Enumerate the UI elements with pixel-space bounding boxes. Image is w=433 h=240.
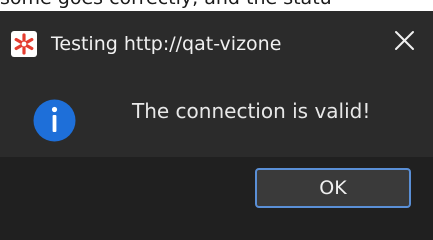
dialog-content: The connection is valid! [0, 70, 433, 157]
message-dialog: Testing http://qat-vizone The connection… [0, 11, 433, 240]
dialog-footer: OK [0, 157, 433, 240]
title-bar: Testing http://qat-vizone [0, 11, 433, 70]
close-button[interactable] [383, 23, 427, 63]
ok-button[interactable]: OK [255, 168, 411, 208]
asterisk-app-icon [11, 31, 37, 57]
info-icon [33, 99, 76, 142]
dialog-title: Testing http://qat-vizone [51, 33, 282, 55]
dialog-message: The connection is valid! [132, 99, 371, 123]
background-text: some goes correctly, and the statu [0, 0, 332, 9]
background-window: some goes correctly, and the statu [0, 0, 433, 11]
close-icon [395, 31, 414, 50]
